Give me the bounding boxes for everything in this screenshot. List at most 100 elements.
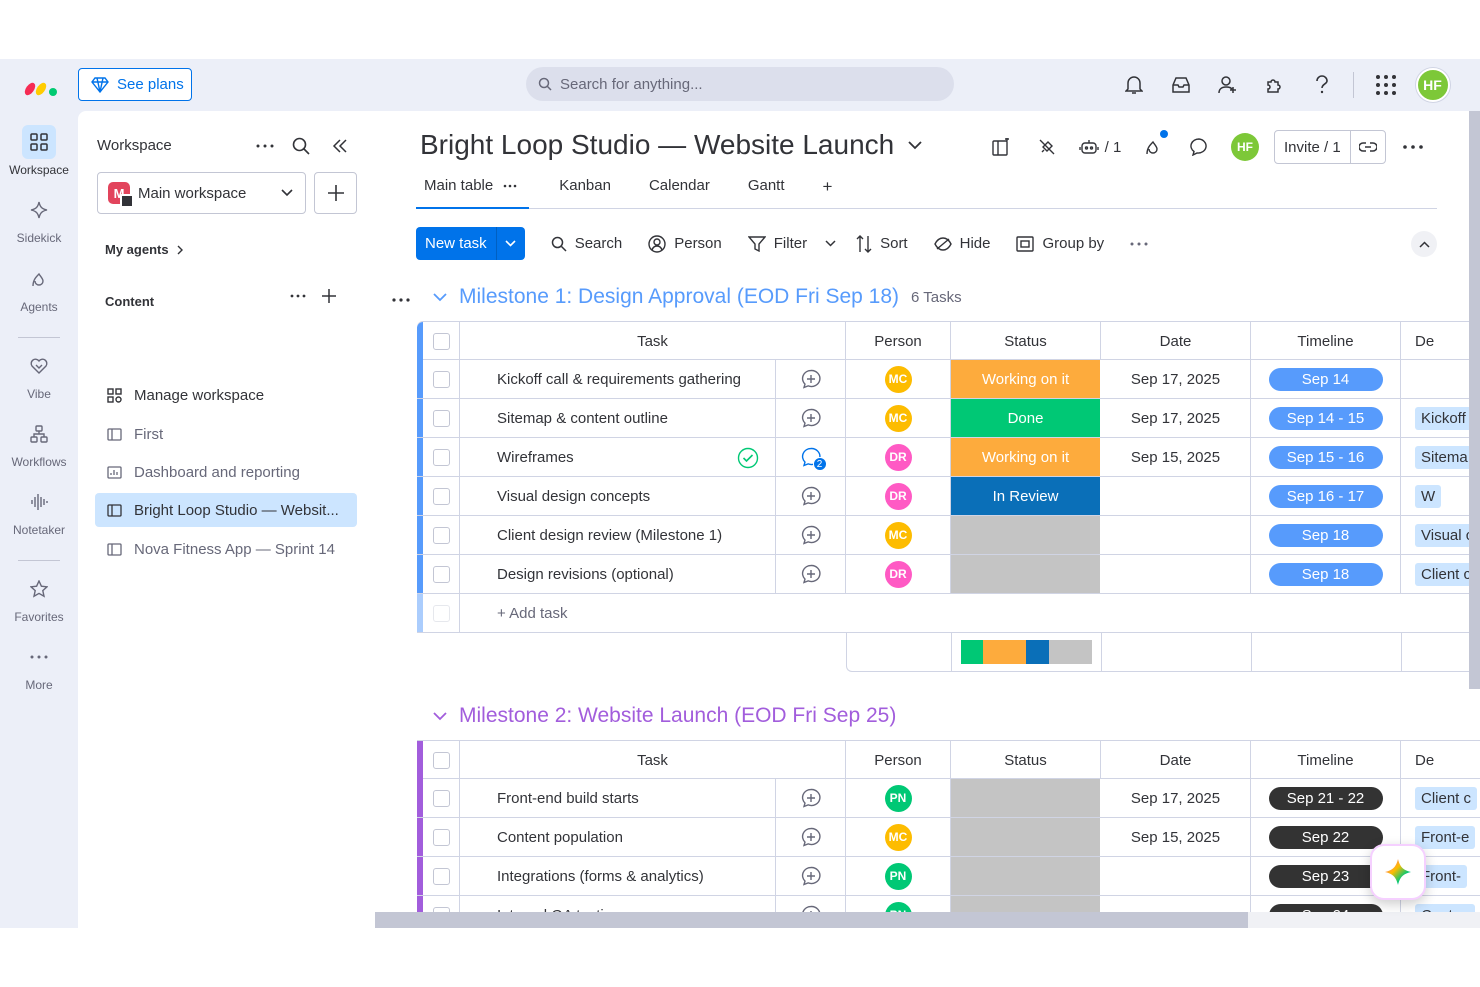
status-cell[interactable] bbox=[951, 555, 1101, 593]
board-members-button[interactable]: HF bbox=[1222, 130, 1268, 164]
task-name[interactable]: Client design review (Milestone 1) bbox=[460, 516, 776, 554]
timeline-cell[interactable]: Sep 14 bbox=[1251, 360, 1401, 398]
updates-cell[interactable] bbox=[776, 360, 846, 398]
add-update-icon[interactable] bbox=[801, 525, 821, 545]
person-cell[interactable]: DR bbox=[846, 477, 951, 515]
inbox-button[interactable] bbox=[1157, 67, 1204, 103]
checkbox[interactable] bbox=[432, 789, 450, 807]
select-all-checkbox-cell[interactable] bbox=[423, 741, 460, 779]
table-row[interactable]: Kickoff call & requirements gathering MC W… bbox=[417, 360, 1480, 399]
checkbox[interactable] bbox=[432, 565, 450, 583]
date-cell[interactable]: Sep 17, 2025 bbox=[1101, 779, 1251, 817]
column-header-status[interactable]: Status bbox=[951, 322, 1101, 360]
integrations-button[interactable] bbox=[1024, 130, 1070, 164]
row-checkbox-cell[interactable] bbox=[423, 818, 460, 856]
column-header-dependency[interactable]: De bbox=[1401, 741, 1480, 779]
date-cell[interactable] bbox=[1101, 516, 1251, 554]
column-header-date[interactable]: Date bbox=[1101, 322, 1251, 360]
status-cell[interactable] bbox=[951, 818, 1101, 856]
table-row[interactable]: Visual design concepts DR In Review Sep 16 … bbox=[417, 477, 1480, 516]
column-header-timeline[interactable]: Timeline bbox=[1251, 322, 1401, 360]
see-plans-button[interactable]: See plans bbox=[78, 68, 192, 101]
updates-cell[interactable] bbox=[776, 818, 846, 856]
rail-item-notetaker[interactable]: Notetaker bbox=[0, 485, 78, 537]
task-name[interactable]: Content population bbox=[460, 818, 776, 856]
invite-members-button[interactable] bbox=[1204, 67, 1251, 103]
person-cell[interactable]: DR bbox=[846, 555, 951, 593]
my-agents-link[interactable]: My agents bbox=[105, 242, 183, 257]
workspace-select[interactable]: M Main workspace bbox=[97, 172, 306, 214]
chevron-down-icon[interactable] bbox=[825, 240, 836, 247]
rail-item-workflows[interactable]: Workflows bbox=[0, 417, 78, 469]
add-task-input[interactable]: + Add task bbox=[460, 594, 1480, 632]
apps-marketplace-button[interactable] bbox=[1251, 67, 1298, 103]
column-header-status[interactable]: Status bbox=[951, 741, 1101, 779]
checkbox[interactable] bbox=[432, 828, 450, 846]
ai-assistant-button[interactable] bbox=[1370, 844, 1426, 900]
board-sidebar-button[interactable] bbox=[978, 130, 1024, 164]
copy-link-button[interactable] bbox=[1351, 142, 1385, 152]
row-checkbox-cell[interactable] bbox=[423, 857, 460, 895]
task-name[interactable]: Sitemap & content outline bbox=[460, 399, 776, 437]
status-cell[interactable] bbox=[951, 516, 1101, 554]
date-cell[interactable]: Sep 15, 2025 bbox=[1101, 818, 1251, 856]
search-icon[interactable] bbox=[292, 137, 310, 155]
select-all-checkbox-cell[interactable] bbox=[423, 322, 460, 360]
sidebar-item-bright-loop[interactable]: Bright Loop Studio — Websit... bbox=[95, 493, 357, 527]
status-summary[interactable] bbox=[952, 633, 1102, 671]
table-row[interactable]: Sitemap & content outline MC Done Sep 17, 2… bbox=[417, 399, 1480, 438]
filter-button[interactable]: Filter bbox=[747, 235, 836, 252]
sort-button[interactable]: Sort bbox=[856, 234, 908, 253]
status-cell[interactable]: Working on it bbox=[951, 360, 1101, 398]
person-cell[interactable]: MC bbox=[846, 360, 951, 398]
updates-button[interactable] bbox=[1176, 130, 1222, 164]
more-options-icon[interactable] bbox=[503, 184, 517, 188]
table-row[interactable]: Integrations (forms & analytics) PN Sep 23… bbox=[417, 857, 1480, 896]
new-task-dropdown[interactable] bbox=[497, 240, 525, 247]
more-options-icon[interactable] bbox=[256, 144, 274, 148]
sidebar-item-nova-fitness[interactable]: Nova Fitness App — Sprint 14 bbox=[95, 532, 357, 566]
task-name[interactable]: Front-end build starts bbox=[460, 779, 776, 817]
status-cell[interactable]: Working on it bbox=[951, 438, 1101, 476]
more-toolbar-button[interactable] bbox=[1130, 242, 1148, 246]
updates-cell[interactable] bbox=[776, 779, 846, 817]
tab-gantt[interactable]: Gantt bbox=[740, 177, 793, 209]
table-row[interactable]: Front-end build starts PN Sep 17, 2025 Sep … bbox=[417, 779, 1480, 818]
horizontal-scrollbar[interactable] bbox=[375, 912, 1480, 928]
checkbox[interactable] bbox=[432, 332, 450, 350]
status-cell[interactable] bbox=[951, 857, 1101, 895]
checkbox[interactable] bbox=[432, 526, 450, 544]
person-cell[interactable]: PN bbox=[846, 857, 951, 895]
automations-button[interactable]: / 1 bbox=[1070, 130, 1130, 164]
user-avatar-button[interactable]: HF bbox=[1409, 67, 1456, 103]
add-update-icon[interactable] bbox=[801, 827, 821, 847]
column-header-person[interactable]: Person bbox=[846, 322, 951, 360]
row-checkbox-cell[interactable] bbox=[423, 399, 460, 437]
date-cell[interactable] bbox=[1101, 477, 1251, 515]
row-checkbox-cell[interactable] bbox=[423, 477, 460, 515]
sidebar-item-first[interactable]: First bbox=[95, 417, 357, 451]
add-task-row[interactable]: + Add task bbox=[417, 594, 1480, 633]
rail-item-sidekick[interactable]: Sidekick bbox=[0, 193, 78, 245]
row-checkbox-cell[interactable] bbox=[423, 779, 460, 817]
product-switcher-button[interactable] bbox=[1362, 67, 1409, 103]
add-view-button[interactable]: + bbox=[815, 177, 841, 209]
sidebar-item-dashboard[interactable]: Dashboard and reporting bbox=[95, 455, 357, 489]
row-checkbox-cell[interactable] bbox=[423, 516, 460, 554]
person-cell[interactable]: MC bbox=[846, 516, 951, 554]
person-cell[interactable]: DR bbox=[846, 438, 951, 476]
rail-item-agents[interactable]: Agents bbox=[0, 262, 78, 314]
checkbox[interactable] bbox=[432, 751, 450, 769]
rail-item-workspace[interactable]: Workspace bbox=[0, 125, 78, 177]
checkbox[interactable] bbox=[432, 409, 450, 427]
global-search-input[interactable]: Search for anything... bbox=[526, 67, 954, 101]
table-row[interactable]: Content population MC Sep 15, 2025 Sep 22 Fr… bbox=[417, 818, 1480, 857]
task-name[interactable]: Visual design concepts bbox=[460, 477, 776, 515]
column-header-timeline[interactable]: Timeline bbox=[1251, 741, 1401, 779]
table-row[interactable]: Client design review (Milestone 1) MC Sep … bbox=[417, 516, 1480, 555]
rail-item-vibe[interactable]: Vibe bbox=[0, 349, 78, 401]
timeline-cell[interactable]: Sep 14 - 15 bbox=[1251, 399, 1401, 437]
vertical-scrollbar[interactable] bbox=[1469, 111, 1480, 689]
task-name[interactable]: Integrations (forms & analytics) bbox=[460, 857, 776, 895]
updates-icon[interactable]: 2 bbox=[801, 447, 827, 471]
